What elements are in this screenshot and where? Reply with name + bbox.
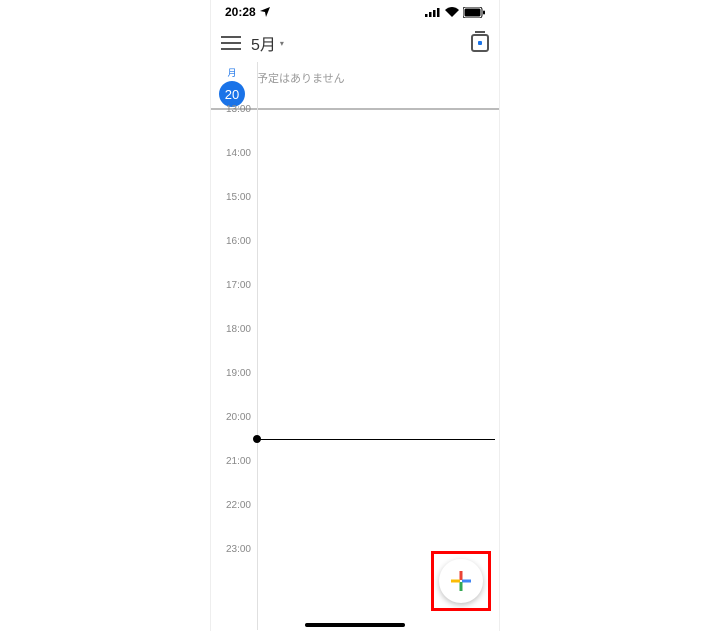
- status-time: 20:28: [225, 5, 256, 19]
- chevron-down-icon: ▾: [280, 39, 284, 48]
- day-column[interactable]: 月 20: [211, 66, 257, 107]
- hour-label: 14:00: [211, 148, 251, 159]
- hour-label: 23:00: [211, 544, 251, 555]
- status-right: [425, 7, 485, 18]
- today-icon[interactable]: [471, 34, 489, 52]
- create-event-button[interactable]: [439, 559, 483, 603]
- current-time-dot: [253, 435, 261, 443]
- hour-label: 18:00: [211, 324, 251, 335]
- hour-label: 19:00: [211, 368, 251, 379]
- hour-row[interactable]: 18:00: [211, 330, 499, 374]
- no-events-text: 予定はありません: [257, 66, 345, 86]
- hour-row[interactable]: 15:00: [211, 198, 499, 242]
- month-selector[interactable]: 5月 ▾: [251, 31, 284, 55]
- phone-frame: 20:28 5月: [210, 0, 500, 631]
- hour-label: 13:00: [211, 104, 251, 115]
- plus-icon: [450, 570, 472, 592]
- hour-label: 22:00: [211, 500, 251, 511]
- hour-row[interactable]: 21:00: [211, 462, 499, 506]
- hour-row[interactable]: 19:00: [211, 374, 499, 418]
- day-header: 月 20 予定はありません: [211, 62, 499, 110]
- hour-label: 21:00: [211, 456, 251, 467]
- hour-row[interactable]: 16:00: [211, 242, 499, 286]
- wifi-icon: [445, 7, 459, 17]
- current-time-indicator: [257, 439, 495, 440]
- menu-icon[interactable]: [221, 36, 241, 50]
- hour-label: 15:00: [211, 192, 251, 203]
- hour-row[interactable]: 22:00: [211, 506, 499, 550]
- battery-icon: [463, 7, 485, 18]
- home-indicator[interactable]: [305, 623, 405, 627]
- hour-row[interactable]: 13:00: [211, 110, 499, 154]
- app-header: 5月 ▾: [211, 24, 499, 62]
- status-left: 20:28: [225, 5, 270, 19]
- hour-row[interactable]: 17:00: [211, 286, 499, 330]
- fab-highlight-box: [431, 551, 491, 611]
- weekday-label: 月: [227, 66, 236, 79]
- hour-label: 16:00: [211, 236, 251, 247]
- hour-row[interactable]: 14:00: [211, 154, 499, 198]
- hour-label: 17:00: [211, 280, 251, 291]
- month-label: 5月: [251, 31, 276, 55]
- cellular-icon: [425, 7, 441, 17]
- location-icon: [260, 7, 270, 17]
- hour-label: 20:00: [211, 412, 251, 423]
- status-bar: 20:28: [211, 0, 499, 24]
